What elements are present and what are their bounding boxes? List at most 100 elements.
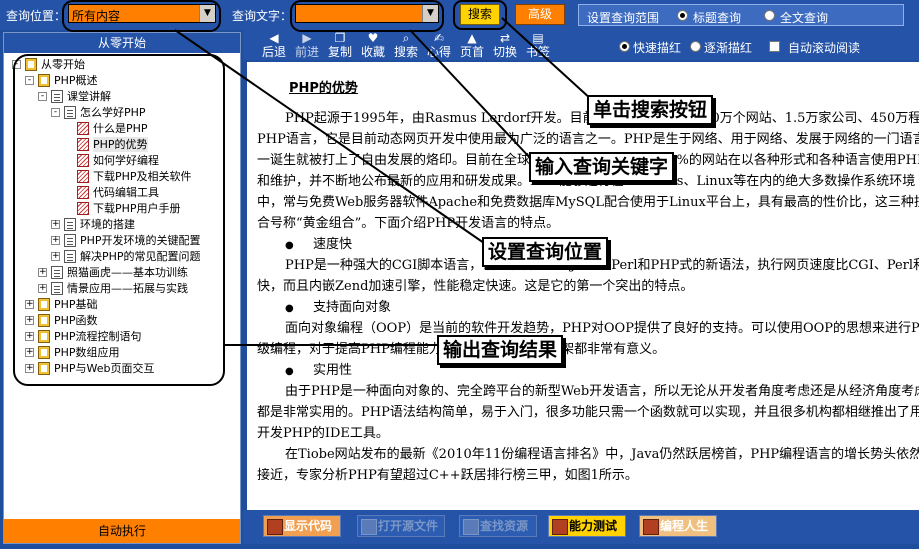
page-top-icon: ▲ xyxy=(467,31,477,45)
chapter-tree-panel: 从零开始 - 从零开始 - PHP概述 - 课堂讲解 - 怎么学好PHP 什么是PHP PHP的优… xyxy=(3,32,241,544)
document-icon xyxy=(51,266,63,279)
toolbar-button-label: 心得 xyxy=(426,45,451,59)
tree-node[interactable]: + 环境的搭建 xyxy=(8,217,236,232)
collapse-icon[interactable]: - xyxy=(51,108,60,117)
toolbar-button-bookmark[interactable]: ▤ 书签 xyxy=(523,31,553,60)
bullet-text: 支持面向对象 xyxy=(313,300,392,315)
query-location-select[interactable]: 所有内容 ▼ xyxy=(68,4,216,23)
tree-node[interactable]: + PHP与Web页面交互 xyxy=(8,361,236,376)
tree-node[interactable]: - 怎么学好PHP xyxy=(8,105,236,120)
tree-node-label: 如何学好编程 xyxy=(93,154,159,167)
article-paragraph: 接近，专家分析PHP有望超过C++跃居排行榜三甲，如图1所示。 xyxy=(257,468,638,483)
tree-node-label: 照猫画虎——基本功训练 xyxy=(67,266,188,279)
book-icon xyxy=(38,74,50,87)
open-source-file-button[interactable]: 打开源文件 xyxy=(357,515,445,537)
book-icon xyxy=(38,314,50,327)
toolbar-button-page-top[interactable]: ▲ 页首 xyxy=(457,31,487,60)
bullet-item: ● 实用性 xyxy=(285,363,353,378)
toolbar-button-forward-arrow[interactable]: ▶ 前进 xyxy=(292,32,322,60)
toolbar-button-switch[interactable]: ⇄ 切换 xyxy=(490,31,520,60)
expand-icon[interactable]: + xyxy=(38,268,47,277)
tree-node[interactable]: + 照猫画虎——基本功训练 xyxy=(8,265,236,280)
collapse-icon[interactable]: - xyxy=(25,76,34,85)
book-icon xyxy=(38,298,50,311)
collapse-icon[interactable]: - xyxy=(38,92,47,101)
chevron-down-icon[interactable]: ▼ xyxy=(199,5,215,22)
tree-node[interactable]: - PHP概述 xyxy=(8,73,236,88)
tree-node-label: 下载PHP用户手册 xyxy=(93,202,181,215)
toolbar-button-label: 复制 xyxy=(327,45,352,59)
document-icon xyxy=(64,106,76,119)
document-icon xyxy=(51,90,63,103)
tree-panel-title: 从零开始 xyxy=(4,33,240,53)
bookmark-icon: ▤ xyxy=(532,31,544,45)
expand-icon[interactable]: + xyxy=(38,284,47,293)
toolbar-button-back-arrow[interactable]: ◀ 后退 xyxy=(259,31,289,60)
auto-scroll-checkbox[interactable] xyxy=(769,41,780,52)
article-paragraph: 快，而且内嵌Zend加速引擎，性能稳定快速。这是它的第一个突出的特点。 xyxy=(257,279,694,294)
article-paragraph: 面向对象编程（OOP）是当前的软件开发趋势，PHP对OOP提供了良好的支持。可以… xyxy=(285,321,919,336)
tree-node[interactable]: + 情景应用——拓展与实践 xyxy=(8,281,236,296)
article-paragraph: 由于PHP是一种面向对象的、完全跨平台的新型Web开发语言，所以无论从开发者角度… xyxy=(285,384,919,399)
switch-icon: ⇄ xyxy=(499,31,511,45)
radio-gradual-highlight[interactable] xyxy=(690,41,701,52)
radio-title-query[interactable] xyxy=(677,10,688,21)
expand-icon[interactable]: + xyxy=(51,236,60,245)
ability-test-button[interactable]: 能力测试 xyxy=(548,515,626,537)
expand-icon[interactable]: + xyxy=(25,300,34,309)
page-icon xyxy=(77,138,89,151)
expand-icon[interactable]: + xyxy=(51,252,60,261)
tree-node[interactable]: + PHP函数 xyxy=(8,313,236,328)
article-paragraph: 都是非常实用的。PHP语法结构简单，易于入门，很多功能只需一个函数就可以实现，并… xyxy=(257,405,919,420)
tree-node[interactable]: 下载PHP及相关软件 xyxy=(8,169,236,184)
bullet-item: ● 速度快 xyxy=(285,237,353,252)
search-icon: ⌕ xyxy=(402,31,410,45)
toolbar-button-search[interactable]: ⌕ 搜索 xyxy=(391,31,421,60)
tree-node[interactable]: 下载PHP用户手册 xyxy=(8,201,236,216)
expand-icon[interactable]: + xyxy=(25,348,34,357)
query-range-group: 设置查询范围 标题查询 全文查询 xyxy=(578,4,904,26)
tree-node-label: PHP基础 xyxy=(54,298,98,311)
collapse-icon[interactable]: - xyxy=(12,60,21,69)
tree-node[interactable]: PHP的优势 xyxy=(8,137,236,152)
query-location-label: 查询位置： xyxy=(6,9,67,23)
tree-node[interactable]: + PHP基础 xyxy=(8,297,236,312)
toolbar-button-label: 书签 xyxy=(525,45,550,59)
expand-icon[interactable]: + xyxy=(25,332,34,341)
copy-icon: ❐ xyxy=(334,31,346,45)
radio-fulltext-query[interactable] xyxy=(764,10,775,21)
tree-node[interactable]: + 解决PHP的常见配置问题 xyxy=(8,249,236,264)
advanced-button[interactable]: 高级 xyxy=(515,4,565,25)
tree-node[interactable]: 如何学好编程 xyxy=(8,153,236,168)
article-viewer[interactable]: PHP的优势 PHP起源于1995年，由Rasmus Lerdorf开发。目前，… xyxy=(247,62,919,510)
back-arrow-icon: ◀ xyxy=(269,31,279,45)
query-text-input[interactable]: ▼ xyxy=(295,4,439,23)
search-button[interactable]: 搜索 xyxy=(460,4,500,25)
tree-node-label: PHP函数 xyxy=(54,314,98,327)
tree-node[interactable]: + PHP流程控制语句 xyxy=(8,329,236,344)
toolbar-button-favorite[interactable]: ♥ 收藏 xyxy=(358,32,388,60)
radio-fast-highlight[interactable] xyxy=(619,41,630,52)
expand-icon[interactable]: + xyxy=(25,364,34,373)
auto-run-button[interactable]: 自动执行 xyxy=(4,519,240,543)
show-code-button[interactable]: 显示代码 xyxy=(263,515,341,537)
programming-life-button[interactable]: 编程人生 xyxy=(639,515,717,537)
toolbar-button-copy[interactable]: ❐ 复制 xyxy=(325,31,355,60)
find-resource-button[interactable]: 查找资源 xyxy=(459,515,537,537)
chevron-down-icon[interactable]: ▼ xyxy=(422,5,438,22)
tree-node[interactable]: - 从零开始 xyxy=(8,57,236,72)
toolbar-button-notes[interactable]: ✍ 心得 xyxy=(424,32,454,60)
tree-node[interactable]: 什么是PHP xyxy=(8,121,236,136)
expand-icon[interactable]: + xyxy=(25,316,34,325)
bullet-text: 实用性 xyxy=(313,363,353,378)
page-icon xyxy=(77,202,89,215)
tree-node[interactable]: - 课堂讲解 xyxy=(8,89,236,104)
tree-node[interactable]: + PHP数组应用 xyxy=(8,345,236,360)
expand-icon[interactable]: + xyxy=(51,220,60,229)
page-icon xyxy=(77,170,89,183)
toolbar-button-label: 搜索 xyxy=(393,45,418,59)
tree-node[interactable]: + PHP开发环境的关键配置 xyxy=(8,233,236,248)
tree-node[interactable]: 代码编辑工具 xyxy=(8,185,236,200)
page-icon xyxy=(77,154,89,167)
page-icon xyxy=(77,122,89,135)
